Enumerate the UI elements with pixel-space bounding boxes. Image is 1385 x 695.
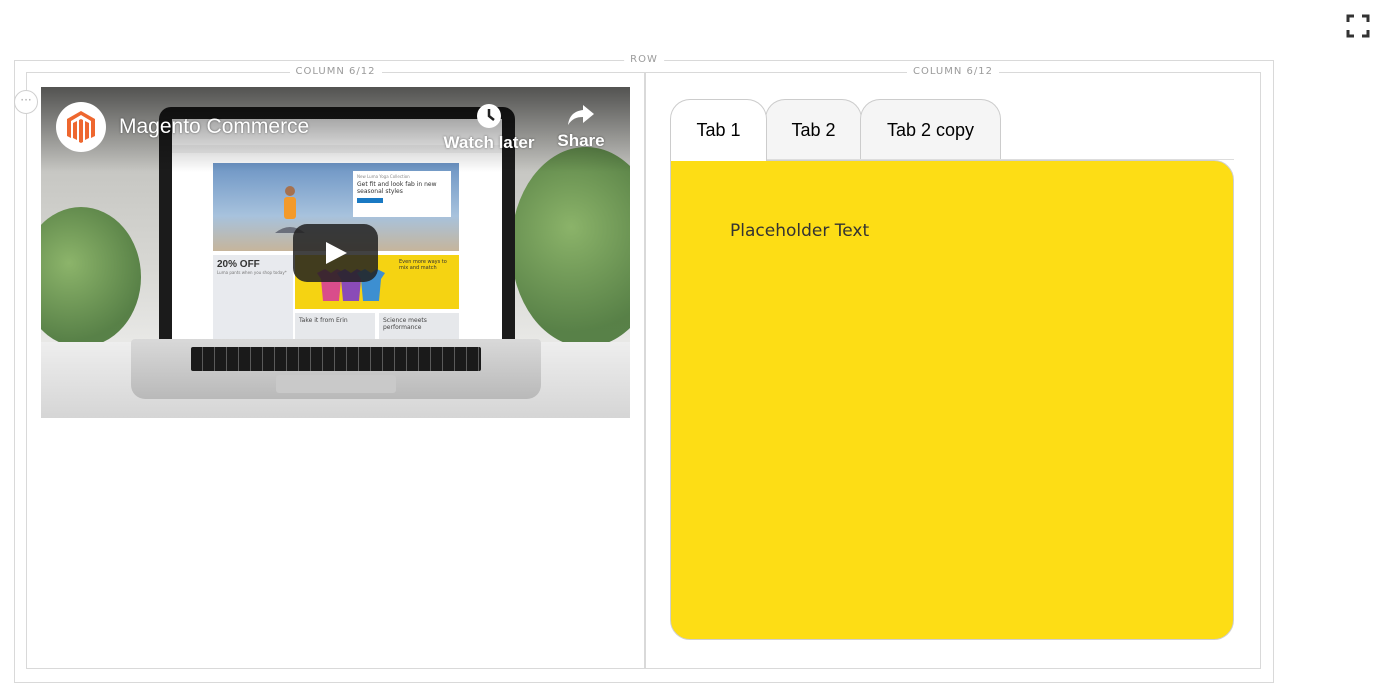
play-icon: [326, 242, 347, 264]
watch-later-button[interactable]: Watch later: [443, 103, 535, 153]
column-left-label: COLUMN 6/12: [289, 66, 382, 78]
share-arrow-icon: [568, 105, 594, 125]
watch-later-label: Watch later: [443, 133, 535, 152]
hero-headline: Get fit and look fab in new seasonal sty…: [357, 181, 437, 195]
clock-icon: [477, 104, 501, 128]
keyboard: [191, 347, 481, 371]
magento-logo-icon[interactable]: [56, 102, 106, 152]
placeholder-text[interactable]: Placeholder Text: [730, 221, 869, 241]
share-button[interactable]: Share: [551, 103, 611, 151]
row-label: ROW: [624, 54, 664, 66]
video-player[interactable]: New Luma Yoga Collection Get fit and loo…: [41, 87, 630, 418]
share-label: Share: [557, 131, 605, 150]
plant-decoration: [511, 147, 630, 347]
play-button[interactable]: [293, 224, 378, 282]
touchpad: [276, 375, 396, 393]
tab-2[interactable]: Tab 2: [765, 99, 862, 160]
tab-1[interactable]: Tab 1: [670, 99, 767, 161]
promo-yellow-text: Even more ways to mix and match: [399, 259, 447, 271]
laptop-base: [131, 339, 541, 399]
hero-button: [357, 198, 383, 203]
tab-panel[interactable]: Placeholder Text: [670, 160, 1234, 640]
promo-small-text: Luma pants when you shop today*: [217, 270, 287, 275]
promo-big-text: 20% OFF: [217, 259, 260, 270]
plant-decoration: [41, 207, 141, 347]
column-options-handle[interactable]: ···: [14, 90, 38, 114]
hero-small-text: New Luma Yoga Collection: [357, 174, 410, 179]
column-right-label: COLUMN 6/12: [907, 66, 999, 78]
tab-2-copy[interactable]: Tab 2 copy: [860, 99, 1001, 160]
hero-card: New Luma Yoga Collection Get fit and loo…: [353, 171, 451, 217]
fullscreen-icon[interactable]: [1346, 14, 1370, 38]
video-title[interactable]: Magento Commerce: [119, 115, 309, 139]
